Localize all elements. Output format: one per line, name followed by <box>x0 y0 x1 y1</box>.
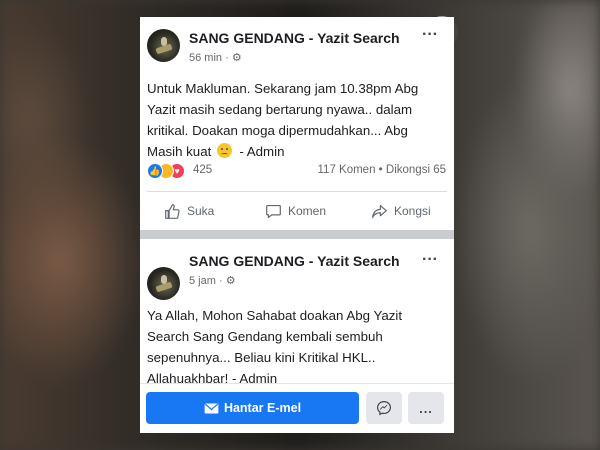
post-card: SANG GENDANG - Yazit Search 56 min · ⚙ ·… <box>140 17 454 230</box>
more-label: ... <box>419 400 433 416</box>
send-email-button[interactable]: Hantar E-mel <box>146 392 359 424</box>
facebook-feed-screenshot: SANG GENDANG - Yazit Search 56 min · ⚙ ·… <box>140 17 454 433</box>
messenger-icon <box>376 400 392 416</box>
like-button[interactable]: Suka <box>164 198 214 224</box>
engagement-stats: 117 Komen • Dikongsi 65 <box>318 164 447 176</box>
avatar[interactable] <box>147 29 180 62</box>
like-reaction-icon: 👍 <box>147 163 163 179</box>
post-line-text: Masih kuat <box>147 144 212 159</box>
gear-icon: ⚙ <box>231 52 242 64</box>
page-action-bar: Hantar E-mel ... <box>140 383 454 433</box>
post-line-suffix: - Admin <box>239 144 285 159</box>
messenger-button[interactable] <box>366 392 402 424</box>
avatar[interactable] <box>147 267 180 300</box>
share-count[interactable]: Dikongsi 65 <box>386 164 446 176</box>
post-author[interactable]: SANG GENDANG - Yazit Search <box>189 30 400 46</box>
comment-count[interactable]: 117 Komen <box>318 164 376 176</box>
post-time[interactable]: 56 min <box>189 52 222 64</box>
send-email-label: Hantar E-mel <box>223 401 302 415</box>
worried-face-emoji-icon <box>217 143 232 158</box>
dot-separator: · <box>225 52 232 64</box>
post-text: Ya Allah, Mohon Sahabat doakan Abg Yazit… <box>147 305 447 389</box>
like-label: Suka <box>187 204 215 218</box>
post-line: kritikal. Doakan moga dipermudahkan... A… <box>147 123 408 138</box>
reaction-count: 425 <box>193 164 213 176</box>
post-text: Untuk Makluman. Sekarang jam 10.38pm Abg… <box>147 78 447 162</box>
more-options-icon[interactable]: ··· <box>422 26 438 44</box>
post-actions: Suka Komen Kongsi <box>140 198 454 224</box>
post-line: Yazit masih sedang bertarung nyawa.. dal… <box>147 102 413 117</box>
post-line: Masih kuat - Admin <box>147 141 447 162</box>
post-author[interactable]: SANG GENDANG - Yazit Search <box>189 253 400 269</box>
dot-separator: · <box>218 275 226 287</box>
post-meta: 56 min · ⚙ <box>189 51 242 64</box>
comment-bubble-icon <box>266 204 281 218</box>
post-line: sepenuhnya... Beliau kini Kritikal HKL.. <box>147 350 376 365</box>
comment-label: Komen <box>288 204 327 218</box>
post-meta: 5 jam · ⚙ <box>189 274 236 287</box>
stats-separator: • <box>378 164 383 176</box>
share-arrow-icon <box>372 204 387 218</box>
divider <box>147 191 447 192</box>
post-line: Ya Allah, Mohon Sahabat doakan Abg Yazit <box>147 308 403 323</box>
thumbs-up-icon <box>165 203 180 219</box>
envelope-icon <box>204 402 219 414</box>
share-button[interactable]: Kongsi <box>371 198 431 224</box>
share-label: Kongsi <box>394 204 431 218</box>
more-options-icon[interactable]: ··· <box>422 251 438 269</box>
post-line: Search Sang Gendang kembali sembuh <box>147 329 383 344</box>
gear-icon: ⚙ <box>225 275 236 287</box>
comment-button[interactable]: Komen <box>265 198 326 224</box>
more-button[interactable]: ... <box>408 392 444 424</box>
post-time[interactable]: 5 jam <box>189 275 216 287</box>
post-line: Untuk Makluman. Sekarang jam 10.38pm Abg <box>147 81 419 96</box>
